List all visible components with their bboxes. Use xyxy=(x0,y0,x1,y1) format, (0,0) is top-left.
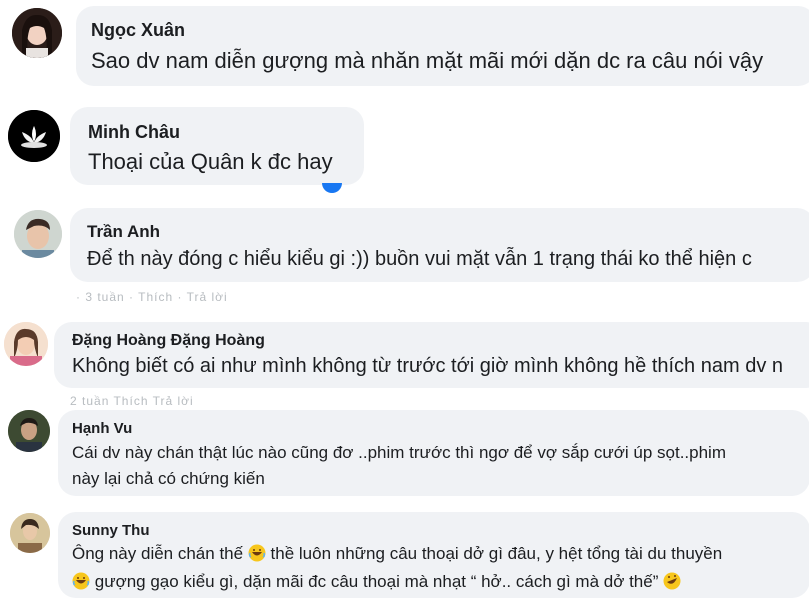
avatar[interactable] xyxy=(12,8,62,58)
reaction-badge[interactable] xyxy=(322,183,342,193)
comment-text-line-1: Ông này diễn chán thế thề luôn những câu… xyxy=(72,544,809,567)
comment-text: Thoại của Quân k đc hay xyxy=(88,149,333,174)
avatar-person-icon xyxy=(8,410,50,452)
comment-text-line-2: này lại chả có chứng kiến xyxy=(72,469,265,488)
avatar-girl-icon xyxy=(12,8,62,58)
avatar[interactable] xyxy=(14,210,62,258)
comment-author[interactable]: Sunny Thu xyxy=(72,522,809,539)
comment-text: Không biết có ai như mình không từ trước… xyxy=(72,355,783,377)
comment-text-part: gượng gạo kiểu gì, dặn mãi đc câu thoại … xyxy=(94,572,659,591)
comment-text-line-2: gượng gạo kiểu gì, dặn mãi đc câu thoại … xyxy=(72,572,809,595)
laughing-emoji-icon xyxy=(248,544,266,567)
rolling-laughing-emoji-icon xyxy=(663,572,681,595)
comment-author[interactable]: Đặng Hoàng Đặng Hoàng xyxy=(72,332,809,350)
comment-text: Để th này đóng c hiểu kiểu gi :)) buồn v… xyxy=(87,248,752,270)
avatar-person2-icon xyxy=(10,513,50,553)
comment-author[interactable]: Minh Châu xyxy=(88,122,364,143)
comment-bubble: Minh Châu Thoại của Quân k đc hay xyxy=(70,107,364,185)
comment-bubble: Ngọc Xuân Sao dv nam diễn gượng mà nhăn … xyxy=(76,6,809,86)
comment-bubble: Đặng Hoàng Đặng Hoàng Không biết có ai n… xyxy=(54,322,809,388)
avatar-woman-icon xyxy=(4,322,48,366)
avatar[interactable] xyxy=(4,322,48,366)
comment-bubble: Sunny Thu Ông này diễn chán thế thề luôn… xyxy=(58,512,809,598)
comment-text-line-1: Cái dv này chán thật lúc nào cũng đơ ..p… xyxy=(72,443,726,462)
comment-text-part: thề luôn những câu thoại dở gì đâu, y hệ… xyxy=(270,544,723,563)
comment-bubble: Hạnh Vu Cái dv này chán thật lúc nào cũn… xyxy=(58,410,809,496)
comment-author[interactable]: Trần Anh xyxy=(87,222,809,242)
comment-author[interactable]: Ngọc Xuân xyxy=(91,20,809,41)
avatar[interactable] xyxy=(10,513,50,553)
comment-actions: 2 tuần Thích Trả lời xyxy=(70,394,194,408)
lotus-icon xyxy=(8,110,60,162)
avatar-man-icon xyxy=(14,210,62,258)
comment-bubble: Trần Anh Để th này đóng c hiểu kiểu gi :… xyxy=(70,208,809,282)
comment-text: Sao dv nam diễn gượng mà nhăn mặt mãi mớ… xyxy=(91,48,764,73)
avatar[interactable] xyxy=(8,110,60,162)
comment-author[interactable]: Hạnh Vu xyxy=(72,420,809,437)
laughing-emoji-icon xyxy=(72,572,90,595)
comment-text-part: Ông này diễn chán thế xyxy=(72,544,244,563)
avatar[interactable] xyxy=(8,410,50,452)
comment-actions: · 3 tuần · Thích · Trả lời xyxy=(76,290,228,304)
